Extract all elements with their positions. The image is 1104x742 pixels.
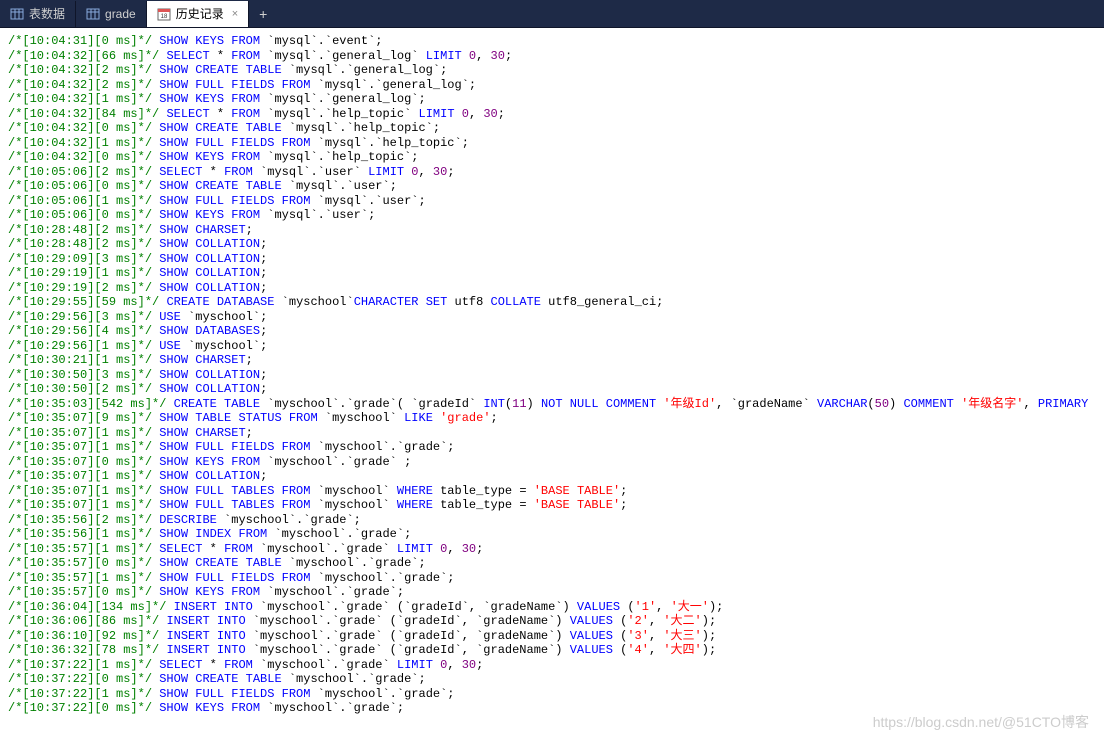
- log-line: /*[10:35:07][1 ms]*/ SHOW CHARSET;: [8, 426, 1096, 441]
- log-line: /*[10:35:07][1 ms]*/ SHOW FULL TABLES FR…: [8, 484, 1096, 499]
- log-line: /*[10:35:07][9 ms]*/ SHOW TABLE STATUS F…: [8, 411, 1096, 426]
- log-line: /*[10:35:57][0 ms]*/ SHOW CREATE TABLE `…: [8, 556, 1096, 571]
- log-line: /*[10:30:50][2 ms]*/ SHOW COLLATION;: [8, 382, 1096, 397]
- log-line: /*[10:04:31][0 ms]*/ SHOW KEYS FROM `mys…: [8, 34, 1096, 49]
- log-line: /*[10:04:32][0 ms]*/ SHOW KEYS FROM `mys…: [8, 150, 1096, 165]
- log-line: /*[10:28:48][2 ms]*/ SHOW CHARSET;: [8, 223, 1096, 238]
- log-line: /*[10:36:32][78 ms]*/ INSERT INTO `mysch…: [8, 643, 1096, 658]
- log-line: /*[10:05:06][2 ms]*/ SELECT * FROM `mysq…: [8, 165, 1096, 180]
- tab-label: 历史记录: [176, 5, 224, 22]
- log-line: /*[10:29:56][4 ms]*/ SHOW DATABASES;: [8, 324, 1096, 339]
- log-line: /*[10:04:32][1 ms]*/ SHOW KEYS FROM `mys…: [8, 92, 1096, 107]
- log-line: /*[10:35:07][1 ms]*/ SHOW COLLATION;: [8, 469, 1096, 484]
- tab-grade[interactable]: grade: [76, 1, 147, 27]
- log-line: /*[10:35:57][1 ms]*/ SHOW FULL FIELDS FR…: [8, 571, 1096, 586]
- log-line: /*[10:29:55][59 ms]*/ CREATE DATABASE `m…: [8, 295, 1096, 310]
- log-line: /*[10:29:56][3 ms]*/ USE `myschool`;: [8, 310, 1096, 325]
- tab-history[interactable]: 18 历史记录 ×: [147, 1, 249, 27]
- svg-text:18: 18: [160, 14, 167, 20]
- log-line: /*[10:29:09][3 ms]*/ SHOW COLLATION;: [8, 252, 1096, 267]
- log-line: /*[10:36:10][92 ms]*/ INSERT INTO `mysch…: [8, 629, 1096, 644]
- add-tab-button[interactable]: +: [249, 1, 277, 27]
- log-line: /*[10:04:32][84 ms]*/ SELECT * FROM `mys…: [8, 107, 1096, 122]
- log-line: /*[10:05:06][1 ms]*/ SHOW FULL FIELDS FR…: [8, 194, 1096, 209]
- table-icon: [10, 7, 24, 21]
- calendar-icon: 18: [157, 7, 171, 21]
- log-line: /*[10:35:56][1 ms]*/ SHOW INDEX FROM `my…: [8, 527, 1096, 542]
- log-line: /*[10:05:06][0 ms]*/ SHOW CREATE TABLE `…: [8, 179, 1096, 194]
- log-line: /*[10:35:56][2 ms]*/ DESCRIBE `myschool`…: [8, 513, 1096, 528]
- log-line: /*[10:04:32][1 ms]*/ SHOW FULL FIELDS FR…: [8, 136, 1096, 151]
- log-line: /*[10:05:06][0 ms]*/ SHOW KEYS FROM `mys…: [8, 208, 1096, 223]
- log-line: /*[10:04:32][2 ms]*/ SHOW FULL FIELDS FR…: [8, 78, 1096, 93]
- tab-bar: 表数据 grade 18 历史记录 × +: [0, 0, 1104, 28]
- log-line: /*[10:37:22][0 ms]*/ SHOW CREATE TABLE `…: [8, 672, 1096, 687]
- log-line: /*[10:35:57][1 ms]*/ SELECT * FROM `mysc…: [8, 542, 1096, 557]
- table-icon: [86, 7, 100, 21]
- log-line: /*[10:36:06][86 ms]*/ INSERT INTO `mysch…: [8, 614, 1096, 629]
- tab-label: 表数据: [29, 5, 65, 22]
- log-line: /*[10:35:57][0 ms]*/ SHOW KEYS FROM `mys…: [8, 585, 1096, 600]
- log-line: /*[10:29:19][2 ms]*/ SHOW COLLATION;: [8, 281, 1096, 296]
- log-line: /*[10:30:21][1 ms]*/ SHOW CHARSET;: [8, 353, 1096, 368]
- log-line: /*[10:35:03][542 ms]*/ CREATE TABLE `mys…: [8, 397, 1096, 412]
- close-icon[interactable]: ×: [232, 8, 238, 20]
- log-line: /*[10:37:22][1 ms]*/ SHOW FULL FIELDS FR…: [8, 687, 1096, 702]
- log-line: /*[10:35:07][1 ms]*/ SHOW FULL TABLES FR…: [8, 498, 1096, 513]
- tab-data[interactable]: 表数据: [0, 1, 76, 27]
- log-line: /*[10:35:07][1 ms]*/ SHOW FULL FIELDS FR…: [8, 440, 1096, 455]
- log-line: /*[10:04:32][66 ms]*/ SELECT * FROM `mys…: [8, 49, 1096, 64]
- history-log[interactable]: /*[10:04:31][0 ms]*/ SHOW KEYS FROM `mys…: [0, 28, 1104, 742]
- log-line: /*[10:37:22][0 ms]*/ SHOW KEYS FROM `mys…: [8, 701, 1096, 716]
- log-line: /*[10:28:48][2 ms]*/ SHOW COLLATION;: [8, 237, 1096, 252]
- log-line: /*[10:30:50][3 ms]*/ SHOW COLLATION;: [8, 368, 1096, 383]
- tab-label: grade: [105, 7, 136, 21]
- log-line: /*[10:29:56][1 ms]*/ USE `myschool`;: [8, 339, 1096, 354]
- log-line: /*[10:29:19][1 ms]*/ SHOW COLLATION;: [8, 266, 1096, 281]
- log-line: /*[10:04:32][0 ms]*/ SHOW CREATE TABLE `…: [8, 121, 1096, 136]
- log-line: /*[10:36:04][134 ms]*/ INSERT INTO `mysc…: [8, 600, 1096, 615]
- log-line: /*[10:04:32][2 ms]*/ SHOW CREATE TABLE `…: [8, 63, 1096, 78]
- log-line: /*[10:35:07][0 ms]*/ SHOW KEYS FROM `mys…: [8, 455, 1096, 470]
- log-line: /*[10:37:22][1 ms]*/ SELECT * FROM `mysc…: [8, 658, 1096, 673]
